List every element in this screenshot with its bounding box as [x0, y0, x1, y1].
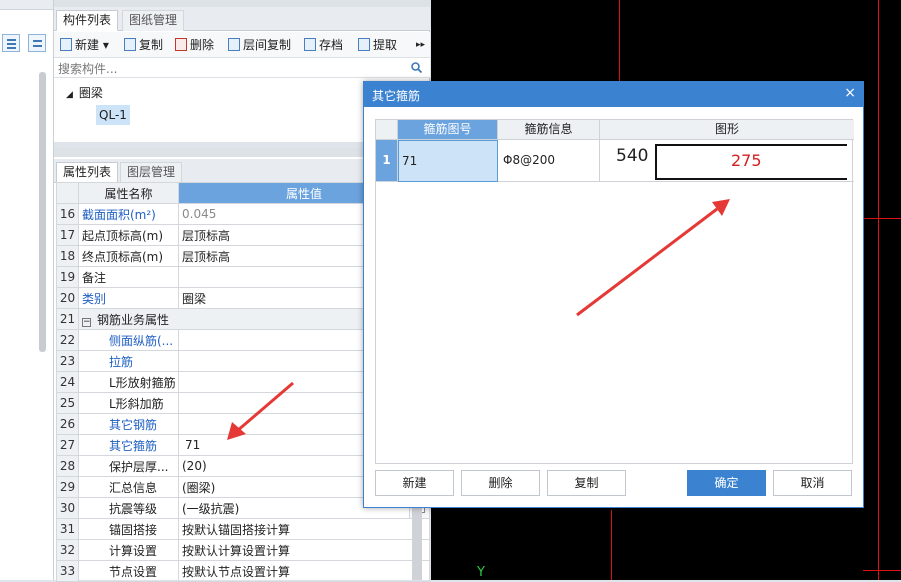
arrow-head [712, 199, 730, 216]
arrow-line [576, 207, 718, 317]
arrow-line [236, 381, 294, 433]
annotation-arrows [227, 199, 730, 440]
